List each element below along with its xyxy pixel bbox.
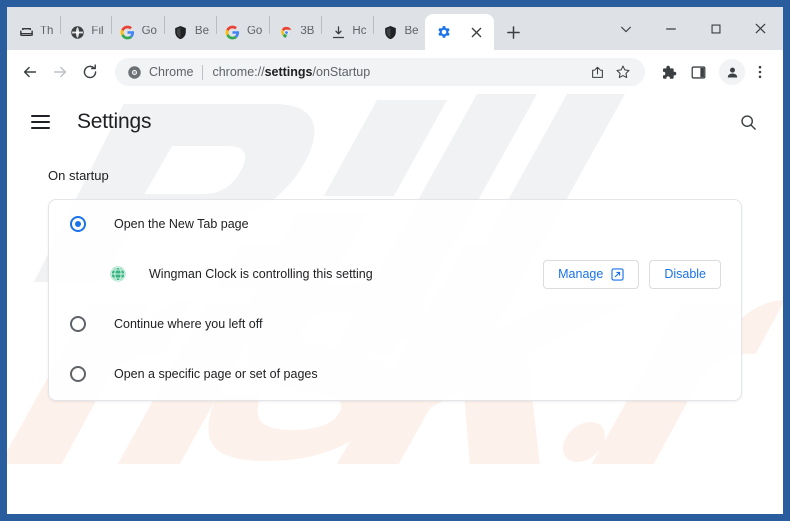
tab-fil[interactable]: Fil xyxy=(62,14,109,50)
url-suffix: /onStartup xyxy=(312,65,371,79)
radio-option-specific-pages[interactable]: Open a specific page or set of pages xyxy=(49,348,741,400)
browser-toolbar: Chrome chrome://settings/onStartup xyxy=(7,50,783,94)
extension-control-notice: Wingman Clock is controlling this settin… xyxy=(49,248,741,300)
radio-option-new-tab-page[interactable]: Open the New Tab page xyxy=(49,200,741,248)
tab-title: Be xyxy=(194,26,209,38)
tab-title: Go xyxy=(246,26,263,38)
tab-title: Go xyxy=(141,26,157,38)
tab-title: Be xyxy=(404,26,419,38)
address-bar[interactable]: Chrome chrome://settings/onStartup xyxy=(115,58,645,86)
green-globe-extension-icon xyxy=(109,265,127,283)
side-panel-icon[interactable] xyxy=(683,57,713,87)
page-title: Settings xyxy=(77,110,152,133)
hamburger-menu-icon[interactable] xyxy=(31,110,55,134)
google-g-icon xyxy=(224,23,242,41)
omnibox-chrome-label: Chrome xyxy=(149,65,194,79)
google-g-icon xyxy=(119,23,137,41)
bookmark-star-icon[interactable] xyxy=(611,60,635,84)
radio-button[interactable] xyxy=(70,216,86,232)
minimize-icon[interactable] xyxy=(648,7,693,50)
external-link-icon xyxy=(611,267,624,281)
omnibox-divider xyxy=(202,64,204,80)
on-startup-card: Open the New Tab page Wingman Clock is c… xyxy=(48,199,742,401)
url-bold-segment: settings xyxy=(264,65,313,79)
manage-button[interactable]: Manage xyxy=(543,259,640,289)
tab-title: Fil xyxy=(91,26,104,38)
disable-button-label: Disable xyxy=(664,267,706,281)
tab-title: Th xyxy=(40,26,54,38)
tab-hc[interactable]: Hc xyxy=(323,14,372,50)
radio-label: Open a specific page or set of pages xyxy=(114,367,318,381)
profile-avatar-icon[interactable] xyxy=(719,59,745,85)
chrome-logo-icon xyxy=(127,65,142,80)
tab-be-2[interactable]: Be xyxy=(375,14,424,50)
tab-3b[interactable]: 3B xyxy=(271,14,320,50)
radio-option-continue-where-left-off[interactable]: Continue where you left off xyxy=(49,300,741,348)
tab-separator xyxy=(60,15,62,34)
shield-dark-icon xyxy=(381,23,399,41)
tab-separator xyxy=(321,15,323,34)
omnibox-url-text: chrome://settings/onStartup xyxy=(212,65,583,79)
disable-button[interactable]: Disable xyxy=(649,259,721,289)
extensions-puzzle-icon[interactable] xyxy=(653,57,683,87)
blue-gear-icon xyxy=(435,23,453,41)
tab-separator xyxy=(163,15,165,34)
three-dot-menu-icon[interactable] xyxy=(745,57,775,87)
close-icon[interactable] xyxy=(738,7,783,50)
browser-window: Th Fil Go Be Go 3B Hc Be Chrome chrome:/… xyxy=(7,7,783,514)
download-icon xyxy=(329,23,347,41)
url-prefix: chrome:// xyxy=(212,65,265,79)
radio-label: Open the New Tab page xyxy=(114,217,249,231)
tab-go-2[interactable]: Go xyxy=(218,14,268,50)
tab-separator xyxy=(215,15,217,34)
omnibox-actions xyxy=(583,60,635,84)
forward-arrow-icon[interactable] xyxy=(45,57,75,87)
radio-label: Continue where you left off xyxy=(114,317,263,331)
tab-th[interactable]: Th xyxy=(11,14,59,50)
extension-notice-text: Wingman Clock is controlling this settin… xyxy=(149,267,373,281)
tab-settings-active[interactable] xyxy=(424,14,494,50)
chevron-down-icon[interactable] xyxy=(603,7,648,50)
manage-button-label: Manage xyxy=(558,267,604,281)
tab-separator xyxy=(269,15,271,34)
tab-separator xyxy=(373,15,375,34)
tab-be-1[interactable]: Be xyxy=(166,14,215,50)
settings-header: Settings xyxy=(7,94,783,150)
browser-window-frame: Th Fil Go Be Go 3B Hc Be Chrome chrome:/… xyxy=(0,0,790,521)
radio-button[interactable] xyxy=(70,316,86,332)
back-arrow-icon[interactable] xyxy=(15,57,45,87)
reload-icon[interactable] xyxy=(75,57,105,87)
bed-icon xyxy=(17,23,35,41)
section-label-on-startup: On startup xyxy=(48,168,109,183)
tab-title: 3B xyxy=(300,26,315,38)
settings-page: Settings On startup Open the New Tab pag… xyxy=(7,94,783,514)
share-icon[interactable] xyxy=(585,60,609,84)
chrome-color-icon xyxy=(277,23,295,41)
tab-title: Hc xyxy=(352,26,367,38)
shield-dark-icon xyxy=(172,23,190,41)
window-controls xyxy=(603,7,783,50)
new-tab-button[interactable] xyxy=(500,18,528,46)
tab-separator xyxy=(110,15,112,34)
tab-go-1[interactable]: Go xyxy=(113,14,163,50)
globe-dark-icon xyxy=(68,23,86,41)
tab-close-button[interactable] xyxy=(468,23,486,41)
tab-strip: Th Fil Go Be Go 3B Hc Be xyxy=(7,7,783,50)
maximize-icon[interactable] xyxy=(693,7,738,50)
radio-button[interactable] xyxy=(70,366,86,382)
search-icon[interactable] xyxy=(735,109,761,135)
